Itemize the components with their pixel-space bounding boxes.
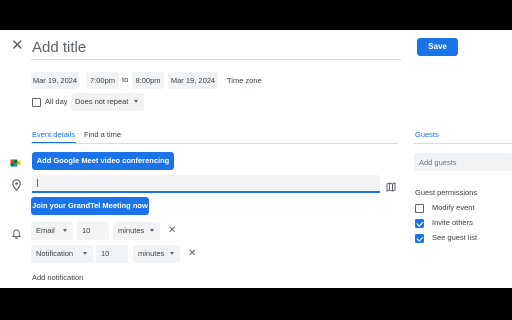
end-date-chip[interactable]: Mar 19, 2024	[168, 72, 218, 89]
title-input[interactable]	[31, 36, 401, 60]
add-meet-button[interactable]: Add Google Meet video conferencing	[32, 152, 174, 170]
invite-others-label: Invite others	[432, 218, 473, 227]
repeat-select[interactable]: Does not repeat	[71, 93, 144, 111]
all-day-checkbox[interactable]	[32, 98, 41, 107]
to-label: to	[122, 75, 129, 84]
google-meet-icon	[10, 155, 21, 167]
add-guests-input[interactable]	[414, 153, 512, 171]
all-day-label: All day	[45, 97, 68, 106]
guest-permissions-heading: Guest permissions	[415, 188, 478, 197]
notification-amount-input[interactable]: 10	[96, 245, 128, 263]
add-notification-link[interactable]: Add notification	[32, 273, 83, 283]
start-time-chip[interactable]: 7:00pm	[86, 72, 119, 89]
chevron-down-icon	[170, 252, 174, 255]
remove-notification-icon[interactable]: ✕	[188, 249, 196, 259]
notification-unit-value: minutes	[138, 249, 165, 258]
chevron-down-icon	[63, 229, 67, 232]
invite-others-checkbox[interactable]	[415, 219, 424, 228]
guests-heading[interactable]: Guests	[415, 130, 439, 140]
location-pin-icon	[12, 178, 21, 192]
notification-type-select[interactable]: Notification	[31, 245, 93, 263]
map-icon[interactable]	[386, 179, 396, 192]
notification-type-value: Notification	[36, 249, 74, 258]
save-button[interactable]: Save	[417, 38, 458, 56]
location-input[interactable]	[32, 175, 380, 193]
remove-notification-icon[interactable]: ✕	[168, 226, 176, 236]
text-cursor	[37, 179, 38, 187]
tab-event-details[interactable]: Event details	[32, 130, 75, 140]
notification-unit-select[interactable]: minutes	[133, 245, 180, 263]
bell-icon	[11, 226, 22, 239]
start-date-chip[interactable]: Mar 19, 2024	[31, 72, 79, 89]
chevron-down-icon	[134, 100, 138, 103]
repeat-value: Does not repeat	[75, 97, 129, 106]
notification-type-select[interactable]: Email	[31, 222, 73, 240]
chevron-down-icon	[83, 252, 87, 255]
notification-amount-input[interactable]: 10	[77, 222, 109, 240]
join-meeting-button[interactable]: Join your GrandTel Meeting now	[31, 197, 149, 215]
notification-unit-select[interactable]: minutes	[113, 222, 160, 240]
guests-divider	[414, 143, 512, 144]
modify-event-checkbox[interactable]	[415, 204, 424, 213]
see-guest-list-label: See guest list	[432, 233, 478, 242]
notification-type-value: Email	[36, 226, 55, 235]
modify-event-label: Modify event	[432, 203, 475, 212]
close-icon[interactable]: ✕	[11, 38, 24, 53]
event-editor: ✕ Save Mar 19, 2024 7:00pm to 8:00pm Mar…	[0, 30, 512, 288]
see-guest-list-checkbox[interactable]	[415, 234, 424, 243]
timezone-link[interactable]: Time zone	[227, 76, 262, 86]
end-time-chip[interactable]: 8:00pm	[132, 72, 164, 89]
chevron-down-icon	[150, 229, 154, 232]
tab-find-a-time[interactable]: Find a time	[84, 130, 121, 140]
notification-unit-value: minutes	[118, 226, 145, 235]
tabs-divider	[31, 143, 398, 144]
